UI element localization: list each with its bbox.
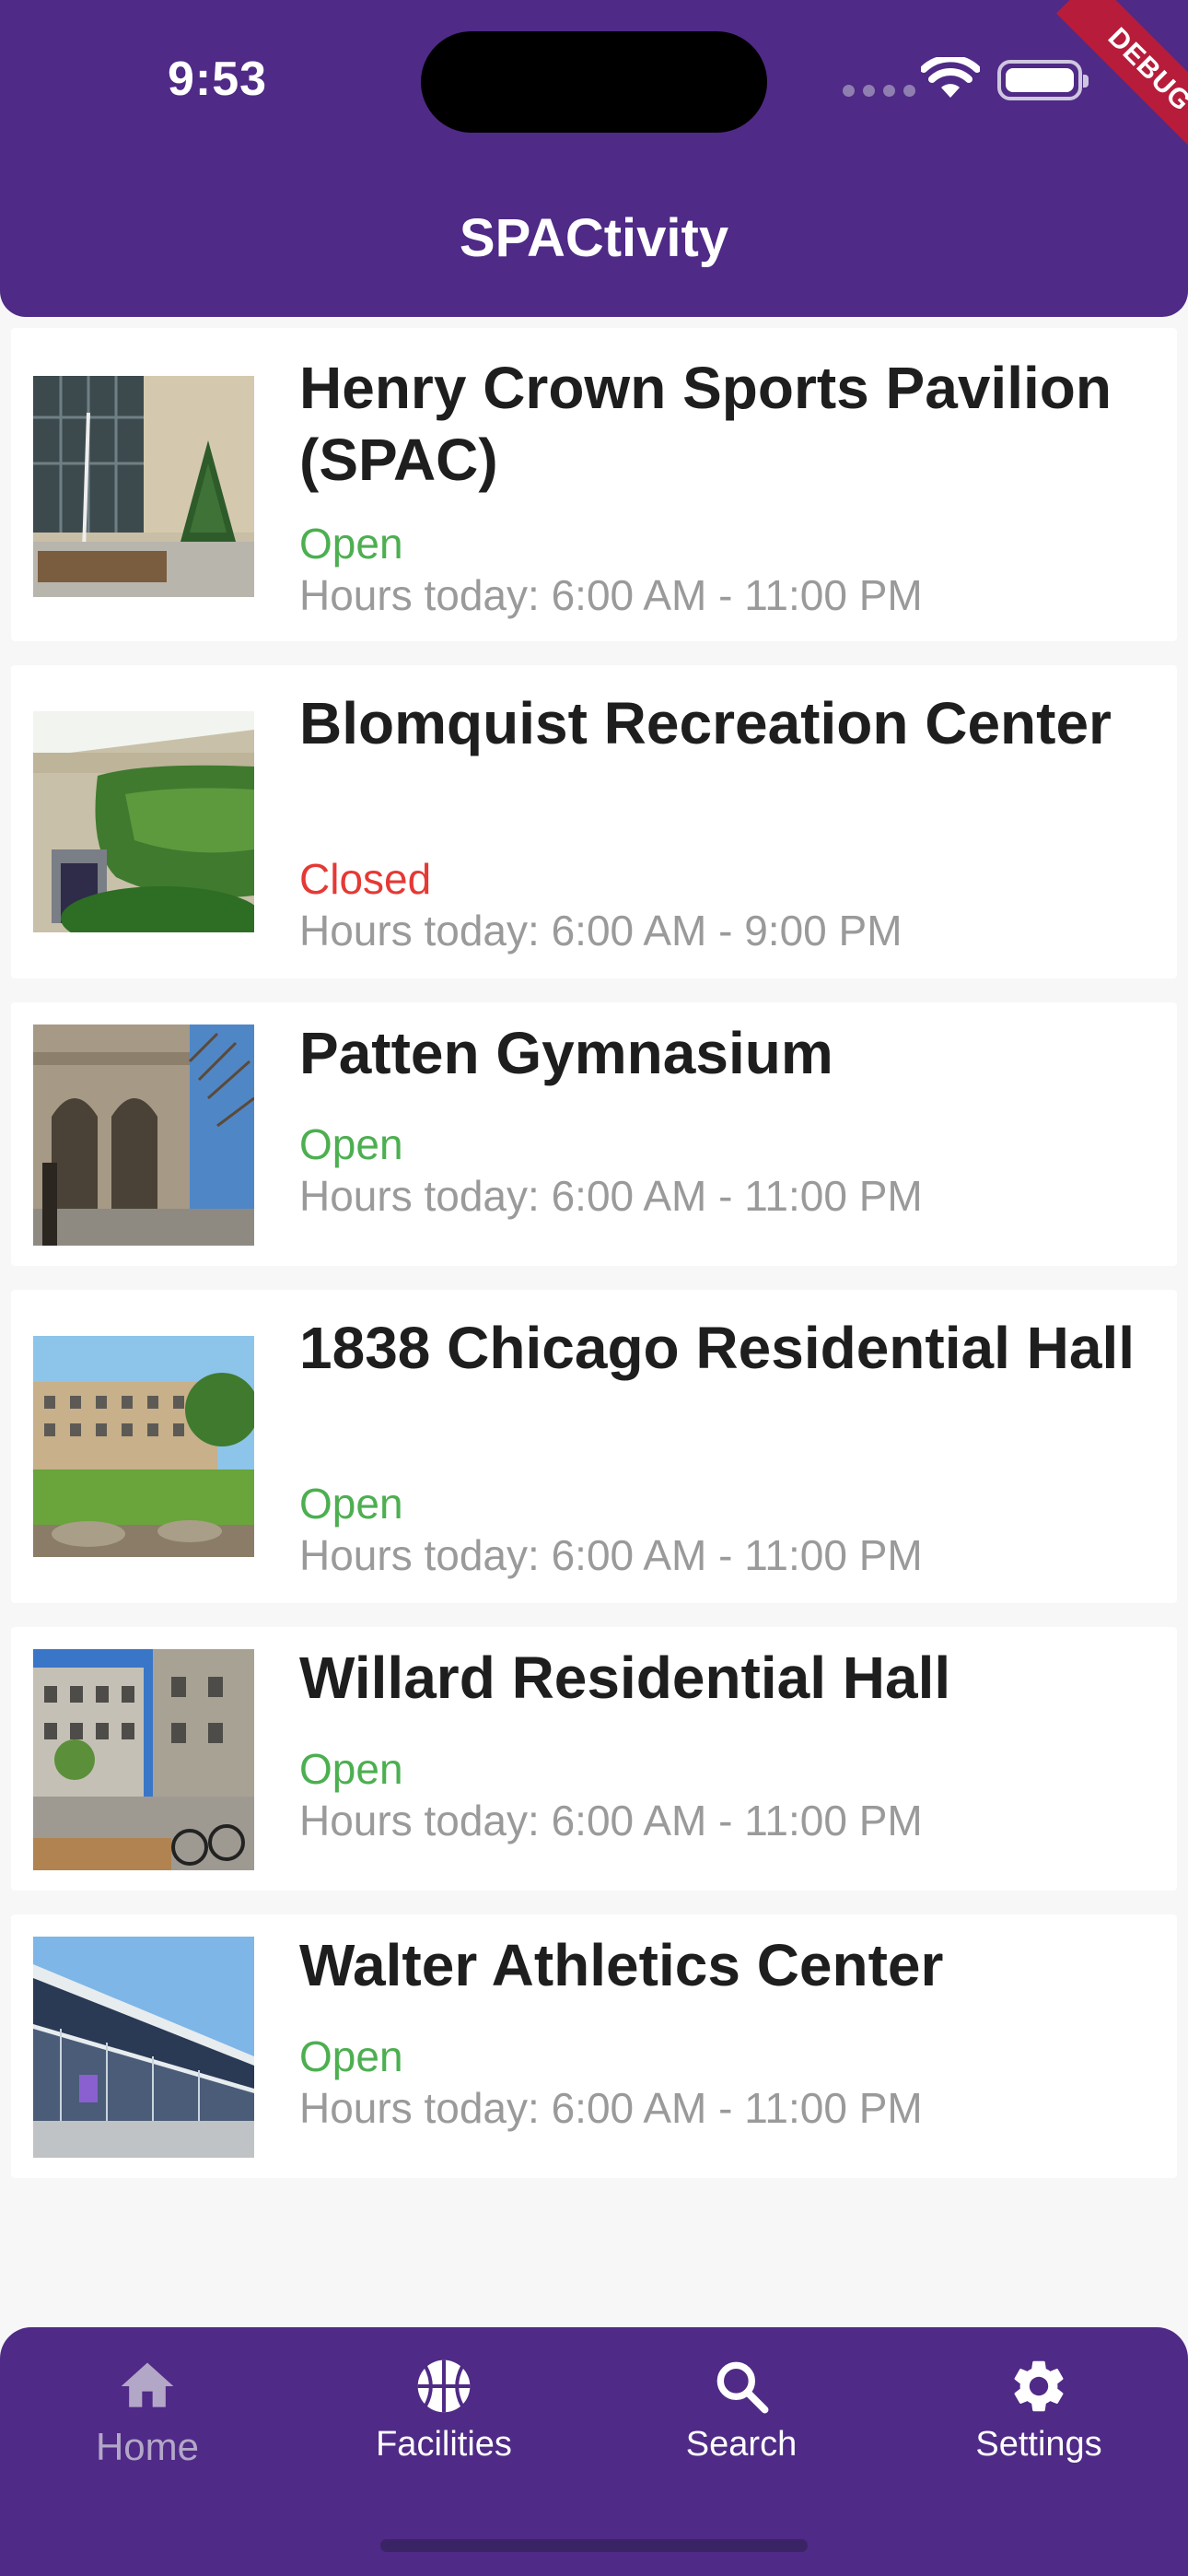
facility-card[interactable]: Henry Crown Sports Pavilion (SPAC) Open … [11,328,1177,641]
nav-item-settings[interactable]: Settings [891,2355,1186,2465]
facility-photo [33,1649,254,1870]
nav-label-facilities: Facilities [376,2425,512,2464]
app-bar: 9:53 DEBUG SPACtivity [0,0,1188,317]
facility-name: 1838 Chicago Residential Hall [299,1315,1135,1381]
facility-name: Willard Residential Hall [299,1645,951,1711]
facility-name: Henry Crown Sports Pavilion (SPAC) [299,355,1112,493]
facility-hours: Hours today: 6:00 AM - 11:00 PM [299,1797,923,1844]
facility-name: Blomquist Recreation Center [299,690,1112,756]
home-indicator[interactable] [380,2539,808,2552]
facility-card[interactable]: Willard Residential Hall Open Hours toda… [11,1627,1177,1891]
basketball-icon [417,2359,471,2413]
facility-status: Open [299,1745,403,1793]
facility-photo [33,376,254,597]
dynamic-island [421,31,767,133]
facility-card[interactable]: Blomquist Recreation Center Closed Hours… [11,665,1177,978]
facility-photo [33,1025,254,1246]
facility-status: Open [299,520,403,568]
facility-card[interactable]: 1838 Chicago Residential Hall Open Hours… [11,1290,1177,1603]
facility-status: Open [299,1480,403,1528]
facility-photo [33,1937,254,2158]
page-title: SPACtivity [459,208,729,268]
facility-status: Open [299,2032,403,2080]
facility-hours: Hours today: 6:00 AM - 9:00 PM [299,907,903,954]
facility-hours: Hours today: 6:00 AM - 11:00 PM [299,1531,923,1579]
nav-label-settings: Settings [975,2425,1102,2464]
home-icon [121,2362,174,2407]
facility-photo [33,1336,254,1557]
status-time: 9:53 [168,53,268,106]
nav-item-search[interactable]: Search [594,2355,889,2465]
nav-item-facilities[interactable]: Facilities [297,2355,591,2465]
facility-card[interactable]: Walter Athletics Center Open Hours today… [11,1914,1177,2178]
cellular-signal-icon [843,85,915,97]
wifi-icon [921,57,980,98]
nav-item-home[interactable]: Home [0,2355,295,2469]
facility-hours: Hours today: 6:00 AM - 11:00 PM [299,1172,923,1220]
facility-status: Closed [299,855,432,903]
facility-name: Patten Gymnasium [299,1020,833,1086]
gear-icon [1014,2360,1064,2412]
facility-name: Walter Athletics Center [299,1932,944,1998]
facility-card[interactable]: Patten Gymnasium Open Hours today: 6:00 … [11,1002,1177,1266]
facility-list: Henry Crown Sports Pavilion (SPAC) Open … [11,328,1177,2202]
search-icon [716,2361,769,2414]
facility-status: Open [299,1120,403,1168]
facility-hours: Hours today: 6:00 AM - 11:00 PM [299,571,923,619]
nav-label-search: Search [685,2425,798,2464]
facility-hours: Hours today: 6:00 AM - 11:00 PM [299,2084,923,2132]
nav-label-home: Home [95,2425,200,2468]
battery-icon [997,60,1089,100]
facility-photo [33,711,254,932]
